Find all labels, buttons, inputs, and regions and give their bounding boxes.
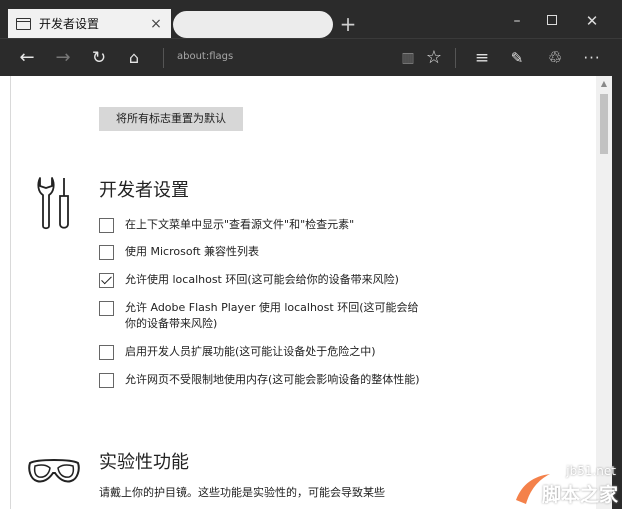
watermark-site: jb51.net: [566, 464, 616, 478]
experimental-description: 请戴上你的护目镜。这些功能是实验性的，可能会导致某些: [99, 486, 385, 499]
minimize-button[interactable]: –: [502, 10, 532, 32]
hub-icon[interactable]: ≡: [470, 46, 494, 70]
new-tab-button[interactable]: +: [338, 12, 358, 36]
vertical-scrollbar[interactable]: ▲: [596, 76, 612, 509]
more-icon[interactable]: ···: [580, 46, 604, 70]
option-ms-compat-list[interactable]: 使用 Microsoft 兼容性列表: [99, 244, 429, 260]
maximize-icon: [547, 15, 557, 25]
option-developer-extensions[interactable]: 启用开发人员扩展功能(这可能让设备处于危险之中): [99, 344, 429, 360]
checkbox[interactable]: [99, 301, 114, 316]
checkbox[interactable]: [99, 245, 114, 260]
option-label: 允许使用 localhost 环回(这可能会给你的设备带来风险): [125, 273, 399, 286]
reading-view-icon[interactable]: ▥: [396, 46, 420, 70]
scroll-thumb[interactable]: [600, 94, 608, 154]
tab-blurred[interactable]: [173, 11, 333, 38]
option-label: 允许 Adobe Flash Player 使用 localhost 环回(这可…: [125, 301, 419, 330]
web-note-icon[interactable]: ✎: [505, 46, 529, 70]
tab-page-icon: [16, 17, 31, 30]
option-unlimited-memory[interactable]: 允许网页不受限制地使用内存(这可能会影响设备的整体性能): [99, 372, 429, 388]
option-localhost-loopback[interactable]: 允许使用 localhost 环回(这可能会给你的设备带来风险): [99, 272, 429, 288]
option-label: 在上下文菜单中显示"查看源文件"和"检查元素": [125, 218, 355, 231]
tab-close-icon[interactable]: ×: [147, 16, 165, 32]
reset-flags-button[interactable]: 将所有标志重置为默认: [99, 107, 243, 131]
checkbox[interactable]: [99, 345, 114, 360]
window-right-edge: [612, 76, 622, 509]
refresh-button[interactable]: ↻: [86, 46, 112, 70]
checkbox[interactable]: [99, 218, 114, 233]
maximize-button[interactable]: [537, 10, 567, 32]
option-label: 使用 Microsoft 兼容性列表: [125, 245, 260, 258]
developer-tools-icon: [37, 177, 69, 230]
experimental-features-title: 实验性功能: [99, 452, 189, 473]
tab-developer-settings[interactable]: 开发者设置 ×: [8, 9, 171, 38]
checkbox-checked[interactable]: [99, 273, 114, 288]
checkbox[interactable]: [99, 373, 114, 388]
tab-title: 开发者设置: [39, 17, 100, 31]
scroll-up-icon[interactable]: ▲: [596, 78, 612, 90]
developer-settings-title: 开发者设置: [99, 180, 189, 201]
option-flash-localhost-loopback[interactable]: 允许 Adobe Flash Player 使用 localhost 环回(这可…: [99, 300, 429, 332]
share-icon[interactable]: ♲: [543, 46, 567, 70]
back-button[interactable]: ←: [14, 46, 40, 70]
close-window-button[interactable]: ✕: [577, 10, 607, 32]
favorite-star-icon[interactable]: ☆: [422, 46, 446, 70]
watermark: jb51.net 脚本之家: [512, 462, 622, 509]
option-label: 允许网页不受限制地使用内存(这可能会影响设备的整体性能): [125, 373, 420, 386]
page-content: 将所有标志重置为默认 开发者设置 在上下文菜单中显示"查看源文件"和"检查元素"…: [10, 76, 595, 509]
navigation-bar: ← → ↻ ⌂ about:flags ▥ ☆ ≡ ✎ ♲ ···: [0, 38, 622, 76]
toolbar-divider: [455, 48, 456, 68]
nav-divider: [163, 48, 164, 68]
goggles-icon: [28, 459, 80, 483]
option-show-view-source[interactable]: 在上下文菜单中显示"查看源文件"和"检查元素": [99, 217, 429, 233]
tab-strip: 开发者设置 × + – ✕: [0, 0, 622, 38]
watermark-name: 脚本之家: [541, 484, 618, 506]
option-label: 启用开发人员扩展功能(这可能让设备处于危险之中): [125, 345, 376, 358]
address-bar[interactable]: about:flags: [177, 50, 233, 64]
forward-button[interactable]: →: [50, 46, 76, 70]
home-button[interactable]: ⌂: [121, 46, 147, 70]
